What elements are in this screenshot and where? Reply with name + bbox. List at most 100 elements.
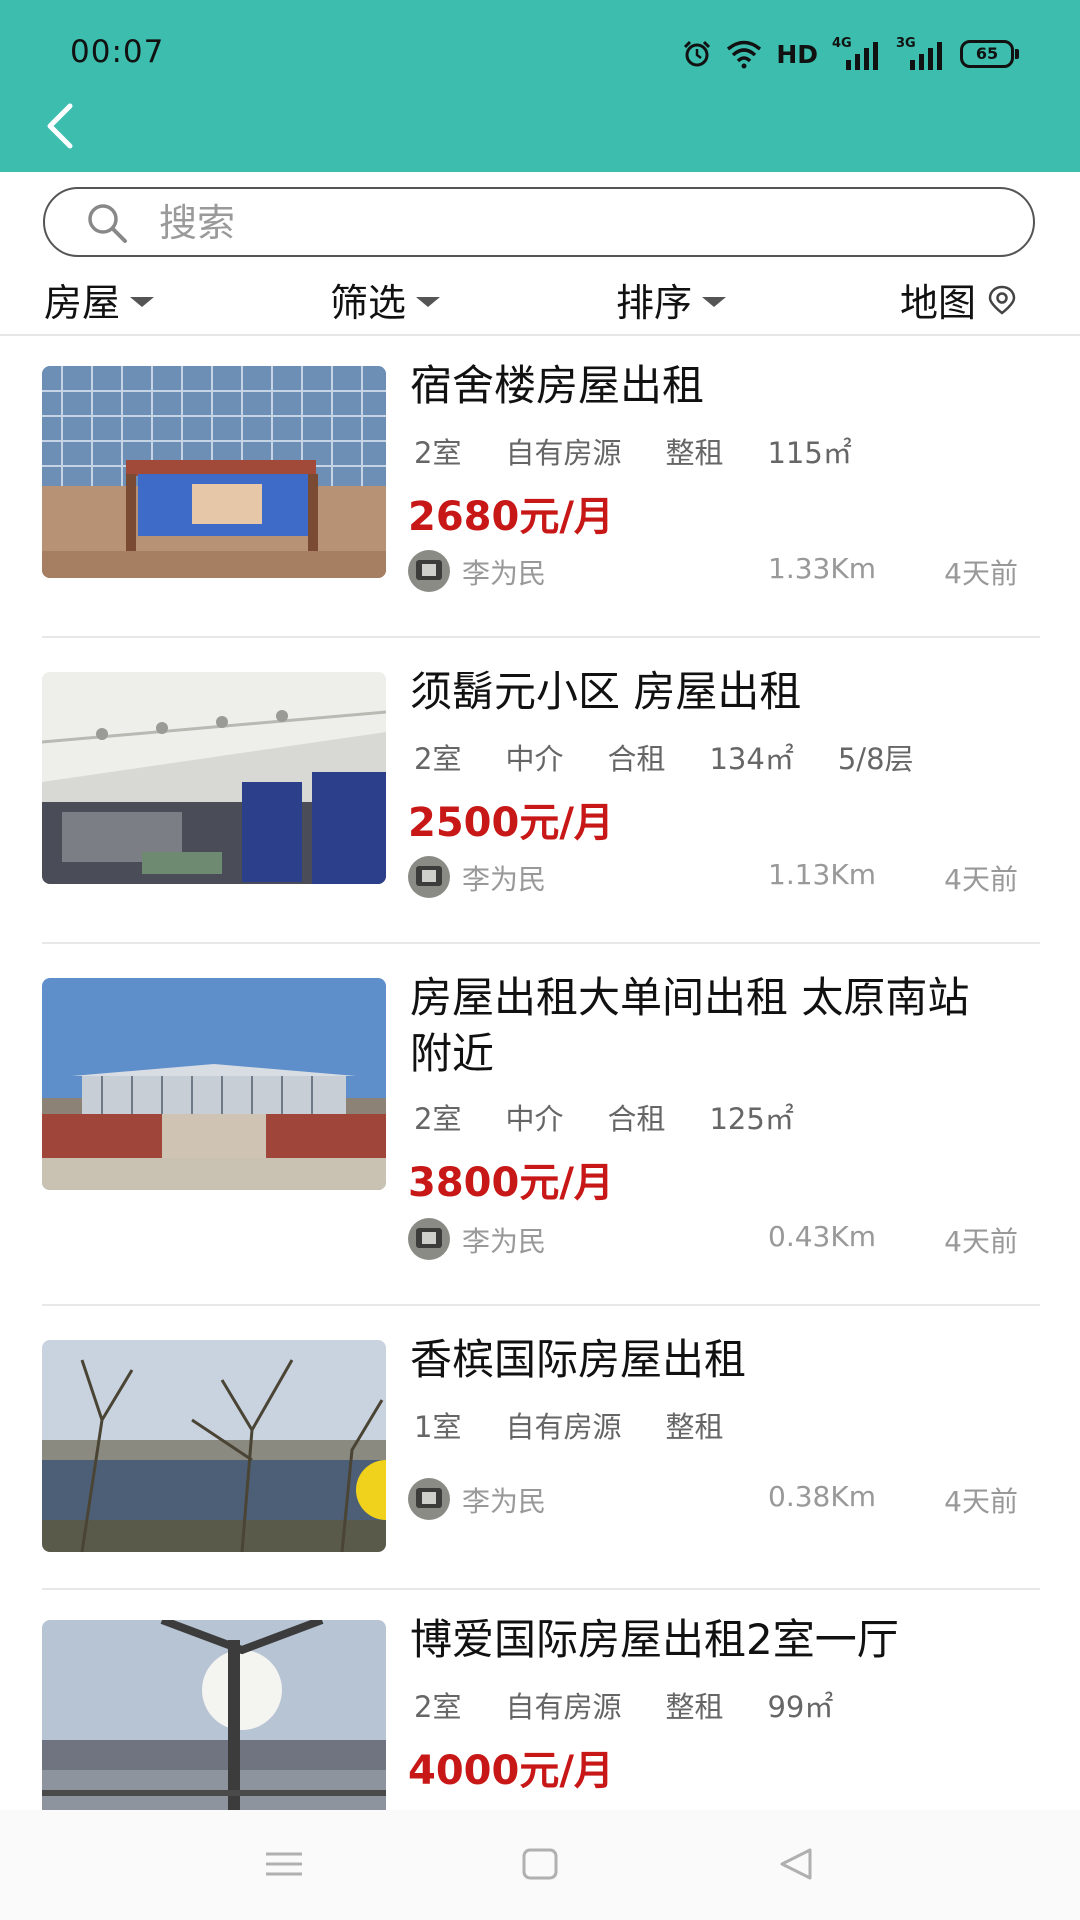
app-header: 00:07 HD 4G 3G 65 [0,0,1080,172]
filter-sort[interactable]: 排序 [616,272,727,327]
listing-card[interactable]: 宿舍楼房屋出租 2室 自有房源 整租 115㎡ 2680元/月 李为民 1.33… [42,336,1040,638]
distance: 1.13Km [768,858,876,891]
filter-label: 筛选 [330,281,407,325]
hd-indicator: HD [776,39,818,69]
listing-tags: 2室 中介 合租 125㎡ [414,1096,794,1138]
distance: 0.43Km [768,1220,876,1253]
chevron-left-icon [47,103,73,149]
divider [42,942,1040,944]
listing-photo [42,1620,386,1810]
listing-meta: 李为民 1.13Km 4天前 [408,856,1034,898]
tag-rent-type: 合租 [607,1102,666,1136]
divider [42,636,1040,638]
listing-meta: 李为民 1.33Km 4天前 [408,550,1034,592]
listing-price: 2680元/月 [408,494,614,540]
post-time: 4天前 [944,1485,1018,1518]
caret-down-icon [416,296,441,307]
tag-source: 自有房源 [505,436,622,470]
tag-floor: 5/8层 [837,742,914,776]
system-nav-bar [0,1810,1080,1920]
caret-down-icon [130,296,155,307]
distance: 1.33Km [768,552,876,585]
listing-meta: 李为民 0.43Km 4天前 [408,1218,1034,1260]
tag-rooms: 2室 [414,1690,462,1724]
listing-tags: 2室 中介 合租 134㎡ 5/8层 [414,736,914,778]
tag-rooms: 1室 [414,1410,462,1444]
distance: 0.38Km [768,1480,876,1513]
post-time: 4天前 [944,557,1018,590]
tag-source: 自有房源 [505,1690,622,1724]
status-icons: HD 4G 3G 65 [682,36,1019,72]
listing-photo [42,1340,386,1552]
tag-rooms: 2室 [414,742,462,776]
search-input[interactable] [157,189,981,257]
avatar [408,1478,450,1520]
user-name: 李为民 [462,1485,547,1518]
wifi-icon [727,40,762,69]
tag-rooms: 2室 [414,1102,462,1136]
filter-label: 地图 [900,281,977,325]
listing-tags: 2室 自有房源 整租 115㎡ [414,430,852,472]
listing-photo [42,978,386,1190]
user-name: 李为民 [462,1225,547,1258]
search-bar[interactable] [43,187,1035,257]
back-button[interactable] [34,98,90,154]
tag-rent-type: 合租 [607,742,666,776]
listing-meta: 李为民 0.38Km 4天前 [408,1478,1034,1520]
listing-card[interactable]: 须鬍元小区 房屋出租 2室 中介 合租 134㎡ 5/8层 2500元/月 李为… [42,642,1040,944]
filter-screen[interactable]: 筛选 [330,272,441,327]
listing-title: 须鬍元小区 房屋出租 [410,667,802,716]
back-nav-button[interactable] [774,1844,818,1884]
location-pin-icon [988,285,1016,315]
menu-icon [266,1852,302,1876]
listing-title: 香槟国际房屋出租 [410,1335,747,1384]
listing-title: 宿舍楼房屋出租 [410,361,705,410]
user-name: 李为民 [462,863,547,896]
listing-price: 3800元/月 [408,1160,614,1206]
post-time: 4天前 [944,863,1018,896]
user-name: 李为民 [462,557,547,590]
post-time: 4天前 [944,1225,1018,1258]
search-icon [88,204,127,243]
signal-icon: 3G [896,36,946,72]
avatar [408,856,450,898]
divider [42,1304,1040,1306]
listing-list: 宿舍楼房屋出租 2室 自有房源 整租 115㎡ 2680元/月 李为民 1.33… [0,336,1080,1810]
tag-rent-type: 整租 [665,1410,724,1444]
tag-area: 125㎡ [709,1102,794,1136]
alarm-icon [684,40,711,67]
tag-area: 115㎡ [767,436,852,470]
triangle-back-icon [780,1848,812,1880]
listing-tags: 1室 自有房源 整租 [414,1404,723,1446]
listing-tags: 2室 自有房源 整租 99㎡ [414,1684,833,1726]
listing-price: 4000元/月 [408,1748,614,1794]
listing-photo [42,366,386,578]
filter-bar: 房屋 筛选 排序 地图 [0,270,1080,336]
listing-card[interactable]: 房屋出租大单间出租 太原南站附近 2室 中介 合租 125㎡ 3800元/月 李… [42,948,1040,1306]
menu-button[interactable] [262,1844,306,1884]
tag-area: 134㎡ [709,742,794,776]
home-button[interactable] [518,1844,562,1884]
filter-map[interactable]: 地图 [900,272,1018,327]
listing-title: 房屋出租大单间出租 太原南站附近 [410,973,970,1078]
avatar [408,550,450,592]
home-icon [522,1848,558,1880]
filter-housing[interactable]: 房屋 [44,272,155,327]
tag-source: 中介 [505,1102,564,1136]
tag-rooms: 2室 [414,436,462,470]
status-time: 00:07 [70,34,165,70]
tag-rent-type: 整租 [665,1690,724,1724]
listing-price: 2500元/月 [408,800,614,846]
battery-icon: 65 [960,40,1019,68]
tag-area: 99㎡ [767,1690,834,1724]
avatar [408,1218,450,1260]
filter-label: 排序 [616,281,693,325]
filter-label: 房屋 [44,281,121,325]
signal-icon: 4G [832,36,882,72]
tag-source: 自有房源 [505,1410,622,1444]
tag-rent-type: 整租 [665,436,724,470]
listing-card[interactable]: 香槟国际房屋出租 1室 自有房源 整租 李为民 0.38Km 4天前 [42,1310,1040,1590]
listing-title: 博爱国际房屋出租2室一厅 [410,1615,899,1664]
tag-source: 中介 [505,742,564,776]
listing-card[interactable]: 博爱国际房屋出租2室一厅 2室 自有房源 整租 99㎡ 4000元/月 [42,1590,1040,1810]
